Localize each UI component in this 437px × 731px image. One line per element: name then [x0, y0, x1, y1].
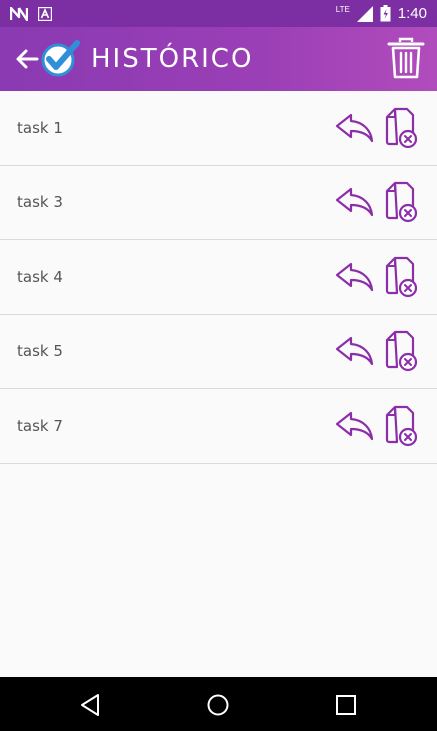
nav-recents-icon[interactable]	[335, 694, 357, 716]
n-notification-icon	[10, 6, 28, 21]
restore-icon[interactable]	[334, 184, 376, 220]
list-item: task 1	[0, 91, 437, 166]
status-system: LTE 1:40	[336, 5, 427, 22]
logo-checkmark-icon	[41, 40, 80, 77]
delete-task-icon[interactable]	[383, 330, 419, 372]
network-type-label: LTE	[335, 5, 350, 14]
arrow-back-icon	[16, 49, 39, 69]
clear-history-button[interactable]	[386, 37, 426, 81]
list-item: task 7	[0, 389, 437, 464]
list-item: task 5	[0, 315, 437, 389]
back-button[interactable]	[14, 46, 40, 72]
nav-back-icon[interactable]	[78, 693, 102, 717]
delete-task-icon[interactable]	[383, 107, 419, 149]
status-bar: LTE 1:40	[0, 0, 437, 27]
restore-icon[interactable]	[334, 259, 376, 295]
delete-task-icon[interactable]	[383, 405, 419, 447]
list-item: task 3	[0, 166, 437, 240]
task-label: task 4	[17, 267, 63, 286]
page-title: HISTÓRICO	[91, 44, 254, 74]
status-notifications	[10, 6, 52, 21]
task-label: task 5	[17, 342, 63, 361]
a-notification-icon	[38, 6, 52, 21]
history-list: task 1 task 3 task 4 task 5 task 7	[0, 91, 437, 464]
restore-icon[interactable]	[334, 110, 376, 146]
task-label: task 1	[17, 118, 63, 137]
trash-icon	[387, 37, 425, 79]
restore-icon[interactable]	[334, 333, 376, 369]
nav-home-icon[interactable]	[206, 693, 230, 717]
delete-task-icon[interactable]	[383, 256, 419, 298]
system-nav-bar	[0, 677, 437, 731]
delete-task-icon[interactable]	[383, 181, 419, 223]
status-time: 1:40	[397, 5, 427, 22]
app-bar: HISTÓRICO	[0, 27, 437, 91]
restore-icon[interactable]	[334, 408, 376, 444]
task-label: task 7	[17, 416, 63, 435]
list-item: task 4	[0, 240, 437, 315]
battery-icon	[380, 5, 391, 22]
task-label: task 3	[17, 193, 63, 212]
signal-icon	[356, 5, 373, 22]
